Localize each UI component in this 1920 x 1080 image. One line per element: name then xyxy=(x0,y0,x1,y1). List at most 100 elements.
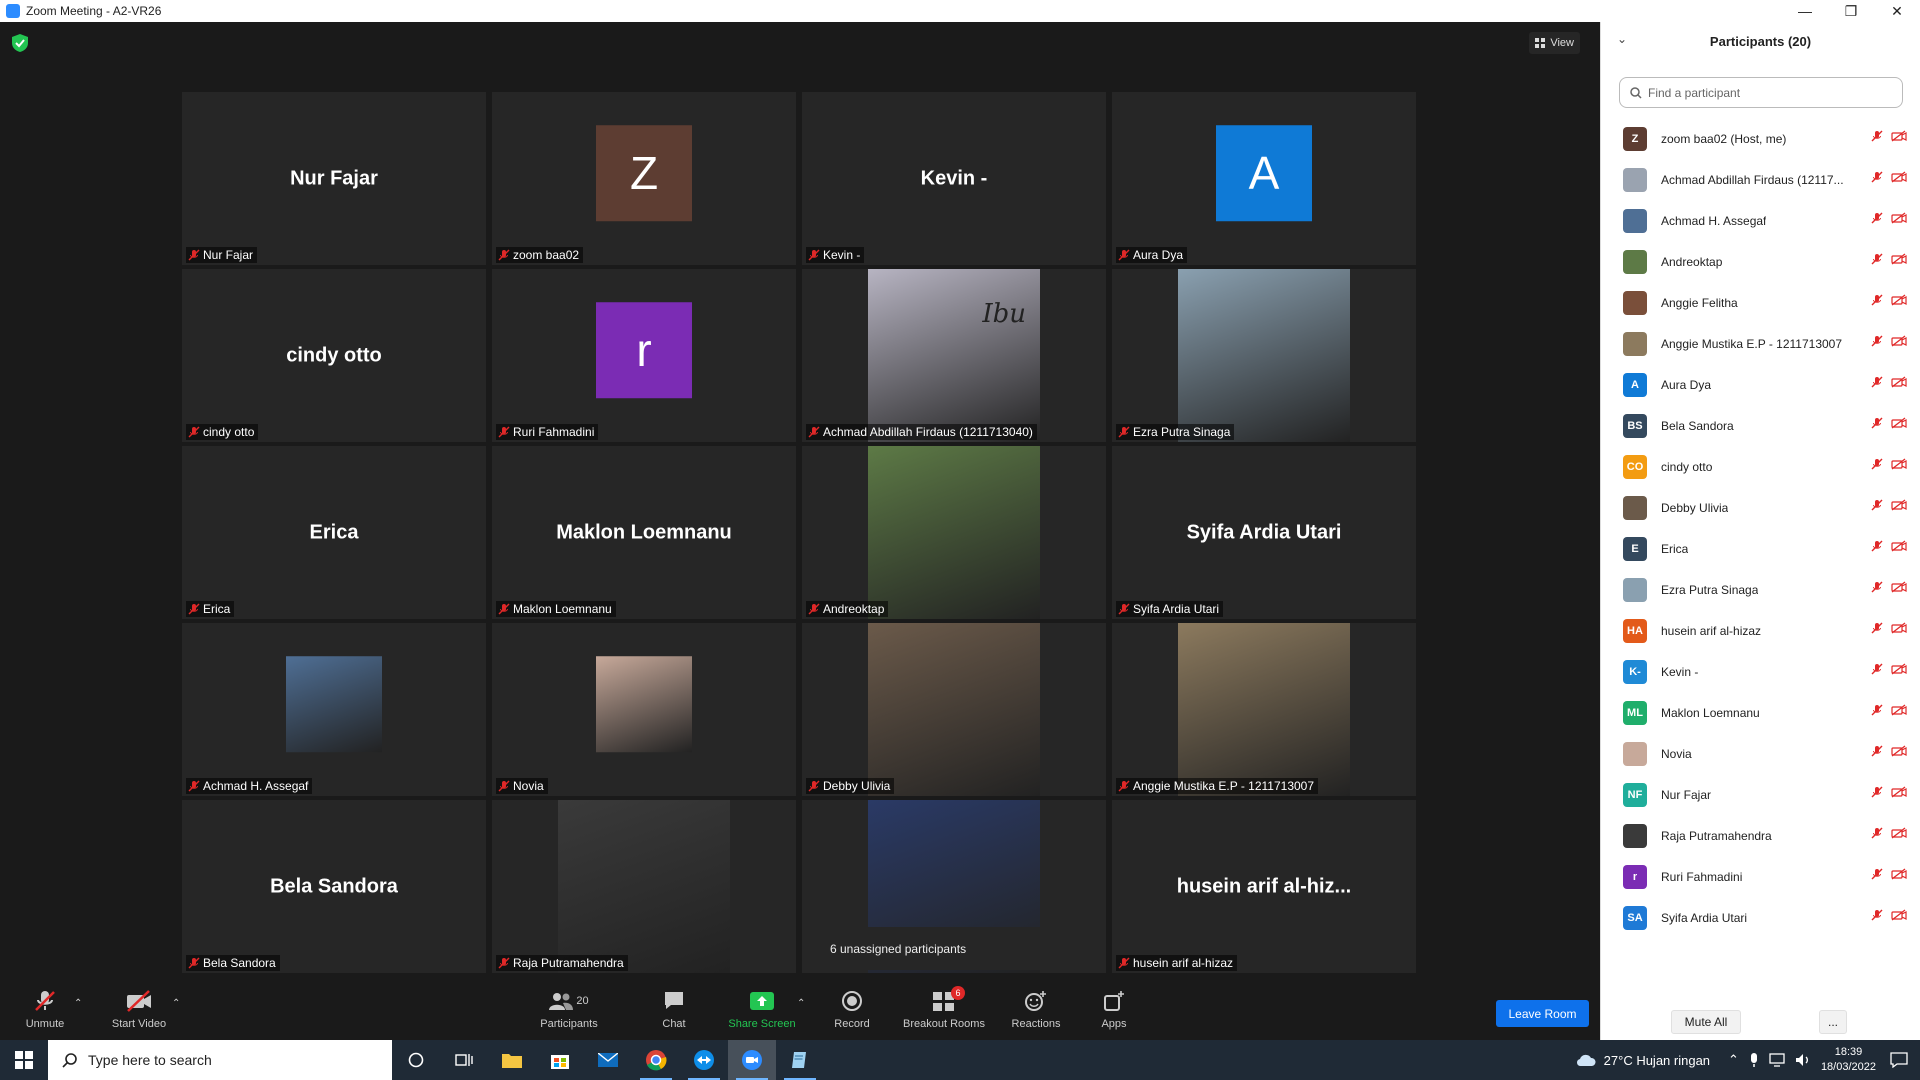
unassigned-participants-popup[interactable]: 6 unassigned participants xyxy=(815,927,1070,970)
participant-avatar xyxy=(1623,290,1647,315)
participant-row[interactable]: NF Nur Fajar xyxy=(1601,774,1920,815)
video-tile[interactable]: Achmad H. Assegaf xyxy=(182,623,486,796)
video-tile[interactable]: cindy otto cindy otto xyxy=(182,269,486,442)
taskbar-chrome[interactable] xyxy=(632,1040,680,1080)
participant-row[interactable]: Anggie Mustika E.P - 1211713007 xyxy=(1601,323,1920,364)
record-button[interactable]: Record xyxy=(807,988,897,1038)
video-tile[interactable]: A Aura Dya xyxy=(1112,92,1416,265)
share-options-caret-icon[interactable]: ⌃ xyxy=(797,998,805,1009)
participants-button[interactable]: 20 Participants xyxy=(524,988,614,1038)
participant-row[interactable]: Zzoom baa02 (Host, me) xyxy=(1601,118,1920,159)
security-shield-icon[interactable] xyxy=(12,34,28,52)
participant-row[interactable]: Novia xyxy=(1601,733,1920,774)
unmute-button[interactable]: Unmute xyxy=(0,988,90,1038)
participant-row[interactable]: E Erica xyxy=(1601,528,1920,569)
breakout-rooms-button[interactable]: 6 Breakout Rooms xyxy=(899,986,989,1038)
participant-name: husein arif al-hizaz xyxy=(1661,623,1762,638)
apps-button[interactable]: Apps xyxy=(1069,988,1159,1038)
video-tile[interactable]: Bela Sandora Bela Sandora xyxy=(182,800,486,973)
taskbar-clock[interactable]: 18:39 18/03/2022 xyxy=(1821,1045,1876,1075)
participant-avatar: CO xyxy=(1623,454,1647,479)
mute-all-button[interactable]: Mute All xyxy=(1671,1010,1741,1034)
taskbar-mail[interactable] xyxy=(584,1040,632,1080)
taskbar-teamviewer[interactable] xyxy=(680,1040,728,1080)
video-tile[interactable]: Debby Ulivia xyxy=(802,623,1106,796)
participant-avatar: K- xyxy=(1623,659,1647,684)
start-button[interactable] xyxy=(0,1040,48,1080)
video-tile[interactable]: Ezra Putra Sinaga xyxy=(1112,269,1416,442)
view-button[interactable]: View xyxy=(1529,32,1580,54)
taskbar-search-box[interactable]: Type here to search xyxy=(48,1040,392,1080)
tray-mic-icon[interactable] xyxy=(1749,1052,1759,1068)
video-tile[interactable]: husein arif al-hiz... husein arif al-hiza… xyxy=(1112,800,1416,973)
mic-muted-icon xyxy=(1871,417,1883,429)
video-tile[interactable]: Zzoom baa02 xyxy=(492,92,796,265)
taskbar-notepad[interactable] xyxy=(776,1040,824,1080)
participant-row[interactable]: r Ruri Fahmadini xyxy=(1601,856,1920,897)
mic-muted-icon xyxy=(1871,376,1883,388)
video-tile[interactable]: Syifa Ardia Utari Syifa Ardia Utari xyxy=(1112,446,1416,619)
participant-name: Achmad H. Assegaf xyxy=(1661,213,1767,228)
participant-row[interactable]: Raja Putramahendra xyxy=(1601,815,1920,856)
video-tile[interactable]: Ibu Achmad Abdillah Firdaus (1211713040) xyxy=(802,269,1106,442)
taskbar-store[interactable] xyxy=(536,1040,584,1080)
participant-row[interactable]: Anggie Felitha xyxy=(1601,282,1920,323)
leave-room-button[interactable]: Leave Room xyxy=(1496,1000,1589,1027)
audio-options-caret-icon[interactable]: ⌃ xyxy=(74,998,82,1009)
participant-avatar xyxy=(1623,208,1647,233)
participant-row[interactable]: CO cindy otto xyxy=(1601,446,1920,487)
video-tile[interactable]: Maklon Loemnanu Maklon Loemnanu xyxy=(492,446,796,619)
video-tile[interactable]: Novia xyxy=(492,623,796,796)
restore-button[interactable]: ❐ xyxy=(1828,0,1874,22)
participant-row[interactable]: Andreoktap xyxy=(1601,241,1920,282)
taskbar-zoom[interactable] xyxy=(728,1040,776,1080)
tray-expand-icon[interactable]: ⌃ xyxy=(1728,1052,1739,1068)
participant-row[interactable]: Debby Ulivia xyxy=(1601,487,1920,528)
participant-status-icons xyxy=(1871,417,1907,429)
task-view-button[interactable] xyxy=(440,1040,488,1080)
participant-row[interactable]: K- Kevin - xyxy=(1601,651,1920,692)
video-tile[interactable]: r Ruri Fahmadini xyxy=(492,269,796,442)
participant-video-image xyxy=(1178,269,1350,442)
start-video-button[interactable]: Start Video xyxy=(94,988,184,1038)
share-screen-button[interactable]: Share Screen xyxy=(717,988,807,1038)
video-tile[interactable]: Anggie Mustika E.P - 1211713007 xyxy=(1112,623,1416,796)
video-off-icon xyxy=(1891,663,1907,675)
weather-text[interactable]: 27°C Hujan ringan xyxy=(1604,1053,1710,1068)
video-tile[interactable]: Erica Erica xyxy=(182,446,486,619)
mic-muted-icon xyxy=(1871,335,1883,347)
minimize-button[interactable]: — xyxy=(1782,0,1828,22)
network-icon[interactable] xyxy=(1769,1053,1785,1067)
zoom-app-icon xyxy=(742,1050,762,1070)
participants-label: Participants xyxy=(540,1018,598,1030)
more-options-button[interactable]: ... xyxy=(1819,1010,1847,1034)
video-tile[interactable]: Kevin - Kevin - xyxy=(802,92,1106,265)
participant-row[interactable]: Achmad H. Assegaf xyxy=(1601,200,1920,241)
participant-row[interactable]: SA Syifa Ardia Utari xyxy=(1601,897,1920,938)
video-tile[interactable]: Nur Fajar Nur Fajar xyxy=(182,92,486,265)
video-tile[interactable]: Raja Putramahendra xyxy=(492,800,796,973)
participant-row[interactable]: BS Bela Sandora xyxy=(1601,405,1920,446)
mic-muted-icon xyxy=(1871,458,1883,470)
participant-row[interactable]: ML Maklon Loemnanu xyxy=(1601,692,1920,733)
video-options-caret-icon[interactable]: ⌃ xyxy=(172,998,180,1009)
participant-row[interactable]: Achmad Abdillah Firdaus (12117... xyxy=(1601,159,1920,200)
tile-name-text: Ezra Putra Sinaga xyxy=(1133,425,1231,439)
notifications-icon[interactable] xyxy=(1890,1052,1908,1068)
cortana-button[interactable] xyxy=(392,1040,440,1080)
volume-icon[interactable] xyxy=(1795,1053,1811,1067)
participant-row[interactable]: Ezra Putra Sinaga xyxy=(1601,569,1920,610)
mic-muted-icon xyxy=(1871,540,1883,552)
participant-search-input[interactable]: Find a participant xyxy=(1619,77,1903,108)
mic-muted-icon xyxy=(1871,909,1883,921)
close-button[interactable]: ✕ xyxy=(1874,0,1920,22)
participant-row[interactable]: HA husein arif al-hizaz xyxy=(1601,610,1920,651)
reactions-button[interactable]: Reactions xyxy=(991,988,1081,1038)
video-tile[interactable]: Andreoktap xyxy=(802,446,1106,619)
participant-status-icons xyxy=(1871,581,1907,593)
taskbar-file-explorer[interactable] xyxy=(488,1040,536,1080)
participant-row[interactable]: A Aura Dya xyxy=(1601,364,1920,405)
title-bar: Zoom Meeting - A2-VR26 — ❐ ✕ xyxy=(0,0,1920,22)
participant-status-icons xyxy=(1871,786,1907,798)
chat-button[interactable]: Chat xyxy=(629,988,719,1038)
